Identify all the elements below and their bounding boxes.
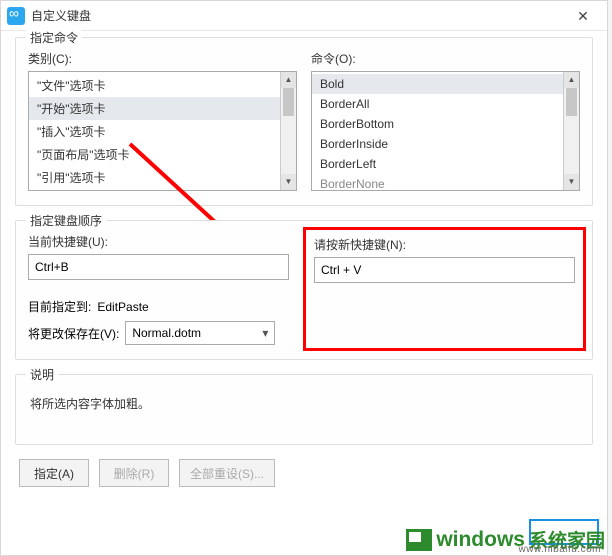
assign-button[interactable]: 指定(A)	[19, 459, 89, 487]
scroll-thumb[interactable]	[566, 88, 577, 116]
scroll-up-icon[interactable]: ▲	[564, 72, 579, 88]
list-item[interactable]: "审阅"选项卡	[29, 189, 280, 190]
list-item[interactable]: "插入"选项卡	[29, 120, 280, 143]
list-item[interactable]: Bold	[312, 74, 563, 94]
save-in-select[interactable]: Normal.dotm	[125, 321, 275, 345]
group-description: 说明 将所选内容字体加粗。	[15, 374, 593, 445]
app-icon	[7, 7, 25, 25]
watermark-url: www.nibaifu.com	[518, 544, 601, 555]
assigned-to-value: EditPaste	[97, 300, 148, 314]
list-item[interactable]: BorderBottom	[312, 114, 563, 134]
titlebar: 自定义键盘 ✕	[1, 1, 607, 31]
reset-all-button[interactable]: 全部重设(S)...	[179, 459, 275, 487]
group-commands-title: 指定命令	[26, 29, 82, 46]
new-shortcut-field[interactable]	[314, 257, 575, 283]
list-item[interactable]: BorderAll	[312, 94, 563, 114]
window-title: 自定义键盘	[31, 7, 565, 24]
group-description-title: 说明	[26, 366, 58, 383]
watermark-brand: windows	[436, 528, 525, 552]
watermark-icon	[406, 529, 432, 551]
list-item[interactable]: BorderNone	[312, 174, 563, 190]
command-scrollbar[interactable]: ▲ ▼	[563, 72, 579, 190]
current-shortcut-label: 当前快捷键(U):	[28, 233, 289, 250]
list-item[interactable]: BorderLeft	[312, 154, 563, 174]
group-commands: 指定命令 类别(C): "文件"选项卡"开始"选项卡"插入"选项卡"页面布局"选…	[15, 37, 593, 206]
assigned-to-label: 目前指定到:	[28, 298, 91, 315]
dialog-window: 自定义键盘 ✕ 指定命令 类别(C): "文件"选项卡"开始"选项卡"插入"选项…	[0, 0, 608, 556]
list-item[interactable]: "引用"选项卡	[29, 166, 280, 189]
new-shortcut-highlight: 请按新快捷键(N):	[303, 227, 586, 351]
save-in-label: 将更改保存在(V):	[28, 325, 119, 342]
scroll-down-icon[interactable]: ▼	[281, 174, 296, 190]
list-item[interactable]: "文件"选项卡	[29, 74, 280, 97]
command-listbox[interactable]: BoldBorderAllBorderBottomBorderInsideBor…	[311, 71, 580, 191]
command-label: 命令(O):	[311, 50, 580, 67]
group-sequence: 指定键盘顺序 当前快捷键(U): 目前指定到: EditPaste 将更改保存在…	[15, 220, 593, 360]
scroll-up-icon[interactable]: ▲	[281, 72, 296, 88]
scroll-thumb[interactable]	[283, 88, 294, 116]
list-item[interactable]: "开始"选项卡	[29, 97, 280, 120]
dialog-body: 指定命令 类别(C): "文件"选项卡"开始"选项卡"插入"选项卡"页面布局"选…	[1, 31, 607, 497]
list-item[interactable]: "页面布局"选项卡	[29, 143, 280, 166]
current-shortcut-field[interactable]	[28, 254, 289, 280]
scroll-down-icon[interactable]: ▼	[564, 174, 579, 190]
category-listbox[interactable]: "文件"选项卡"开始"选项卡"插入"选项卡"页面布局"选项卡"引用"选项卡"审阅…	[28, 71, 297, 191]
close-button[interactable]: ✕	[565, 2, 601, 30]
remove-button[interactable]: 删除(R)	[99, 459, 169, 487]
list-item[interactable]: BorderInside	[312, 134, 563, 154]
save-in-value: Normal.dotm	[132, 326, 201, 340]
footer-buttons: 指定(A) 删除(R) 全部重设(S)...	[15, 459, 593, 487]
group-sequence-title: 指定键盘顺序	[26, 212, 106, 229]
new-shortcut-label: 请按新快捷键(N):	[314, 236, 575, 253]
category-label: 类别(C):	[28, 50, 297, 67]
description-text: 将所选内容字体加粗。	[30, 395, 578, 412]
category-scrollbar[interactable]: ▲ ▼	[280, 72, 296, 190]
